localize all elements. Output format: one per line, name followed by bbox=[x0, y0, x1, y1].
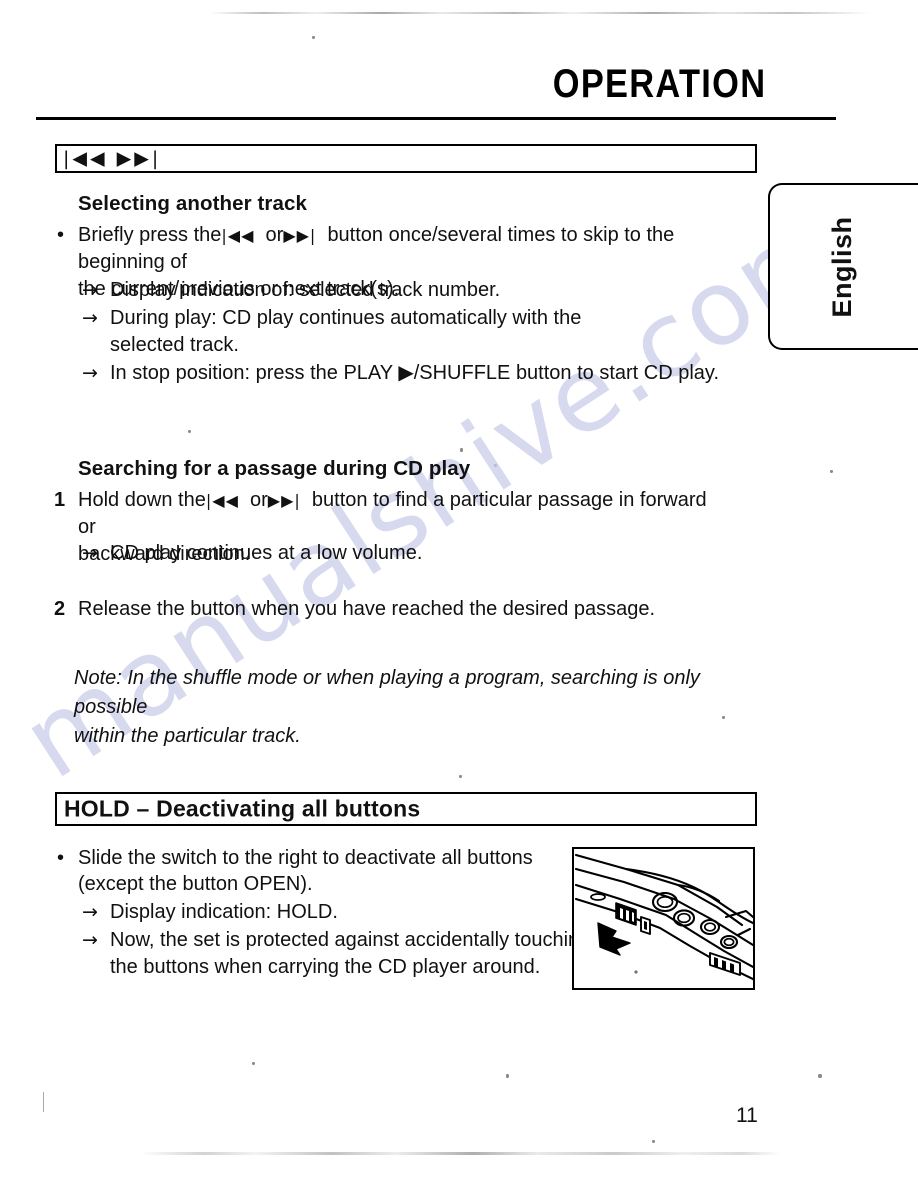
skip-buttons-banner: |◀◀ ▶▶| bbox=[55, 144, 757, 173]
scan-artifact-top-edge bbox=[210, 12, 870, 14]
skip-forward-icon: ▶▶| bbox=[267, 491, 301, 510]
step-number: 2 bbox=[54, 598, 66, 620]
skip-buttons-icon-pair: |◀◀ ▶▶| bbox=[63, 147, 162, 169]
result-line-continued: selected track. bbox=[110, 334, 239, 356]
paragraph-hold-line-1: Slide the switch to the right to deactiv… bbox=[78, 847, 533, 869]
cd-player-hold-switch-diagram bbox=[572, 847, 755, 990]
text-run: Hold down the bbox=[78, 489, 206, 511]
page-number: 11 bbox=[736, 1104, 758, 1127]
scan-speck bbox=[818, 1074, 822, 1078]
scan-speck bbox=[312, 36, 315, 39]
scan-artifact-left-tick bbox=[43, 1092, 44, 1112]
language-tab-english[interactable]: English bbox=[768, 183, 918, 350]
language-tab-label: English bbox=[827, 215, 858, 318]
scan-speck bbox=[460, 448, 463, 452]
scan-speck bbox=[506, 1074, 509, 1078]
arrow-right-icon: → bbox=[82, 279, 98, 301]
result-line: Display indication: HOLD. bbox=[110, 901, 338, 923]
bullet-marker: • bbox=[57, 847, 65, 869]
result-line-continued: the buttons when carrying the CD player … bbox=[110, 956, 541, 978]
arrow-right-icon: → bbox=[82, 929, 98, 951]
arrow-right-icon: → bbox=[82, 901, 98, 923]
result-line: In stop position: press the PLAY ▶/SHUFF… bbox=[110, 362, 719, 384]
page-title: OPERATION bbox=[552, 62, 766, 106]
skip-backward-icon: |◀◀ bbox=[221, 226, 255, 245]
note-line: within the particular track. bbox=[74, 725, 301, 747]
result-line: During play: CD play continues automatic… bbox=[110, 307, 582, 329]
scan-speck bbox=[252, 1062, 255, 1065]
text-run: or bbox=[250, 489, 268, 511]
result-line: Now, the set is protected against accide… bbox=[110, 929, 613, 951]
arrow-right-icon: → bbox=[82, 542, 98, 564]
arrow-right-icon: → bbox=[82, 307, 98, 329]
scan-speck bbox=[459, 775, 462, 778]
scan-artifact-bottom-edge bbox=[140, 1152, 780, 1155]
paragraph-step-2: Release the button when you have reached… bbox=[78, 598, 656, 620]
step-number: 1 bbox=[54, 489, 66, 511]
note-paragraph: Note: In the shuffle mode or when playin… bbox=[74, 664, 774, 751]
result-line: Display indication of: selected track nu… bbox=[110, 279, 501, 301]
note-line: Note: In the shuffle mode or when playin… bbox=[74, 667, 700, 718]
scan-speck bbox=[188, 430, 191, 433]
heading-selecting-another-track: Selecting another track bbox=[78, 192, 308, 215]
scan-speck bbox=[652, 1140, 655, 1143]
hold-section-box: HOLD – Deactivating all buttons bbox=[55, 792, 757, 826]
result-line: CD play continues at a low volume. bbox=[110, 542, 423, 564]
arrow-right-icon: → bbox=[82, 362, 98, 384]
scan-speck bbox=[830, 470, 833, 473]
hold-section-heading: HOLD – Deactivating all buttons bbox=[64, 795, 421, 822]
bullet-marker: • bbox=[57, 224, 65, 246]
header-divider bbox=[36, 117, 836, 120]
manual-page: manualshive.com OPERATION |◀◀ ▶▶| Englis… bbox=[0, 0, 918, 1188]
heading-searching-passage: Searching for a passage during CD play bbox=[78, 457, 471, 480]
skip-forward-icon: ▶▶| bbox=[283, 226, 317, 245]
text-run: Briefly press the bbox=[78, 224, 222, 246]
scan-speck bbox=[494, 464, 497, 467]
paragraph-hold-line-2: (except the button OPEN). bbox=[78, 873, 313, 895]
skip-backward-icon: |◀◀ bbox=[205, 491, 239, 510]
text-run: or bbox=[265, 224, 284, 246]
